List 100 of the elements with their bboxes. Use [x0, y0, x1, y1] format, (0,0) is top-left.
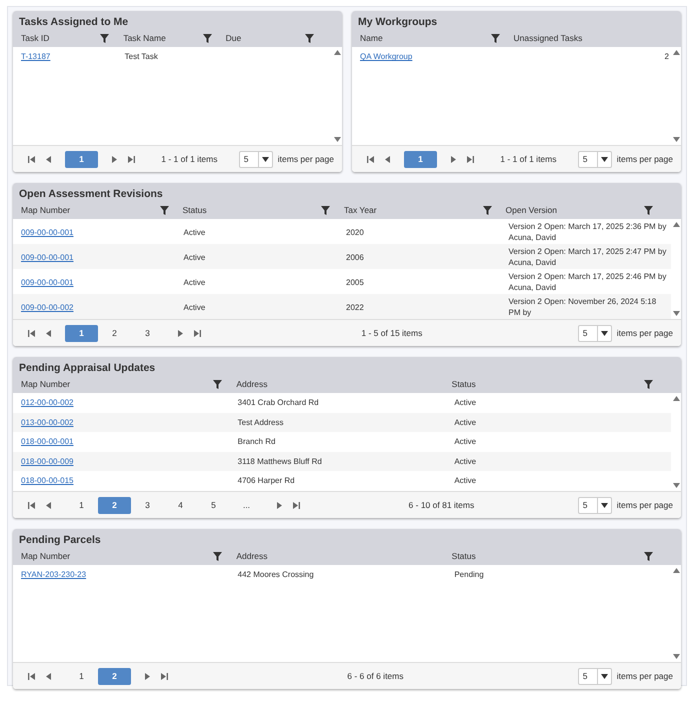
column-header[interactable]: Due: [224, 33, 326, 43]
page-button[interactable]: 2: [98, 324, 131, 342]
column-header[interactable]: Open Version: [504, 205, 665, 215]
filter-icon[interactable]: [644, 380, 653, 388]
scrollbar[interactable]: [671, 565, 681, 662]
filter-icon[interactable]: [644, 206, 653, 214]
page-button[interactable]: 1: [65, 324, 98, 342]
page-button[interactable]: 2: [98, 668, 131, 684]
page-size-dropdown[interactable]: 5: [238, 150, 273, 168]
column-header[interactable]: Map Number: [19, 379, 234, 389]
page-size-dropdown[interactable]: 5: [578, 668, 612, 684]
caret-icon: [600, 502, 608, 508]
items-per-page-label: items per page: [616, 671, 673, 681]
page-button[interactable]: 3: [131, 324, 164, 342]
task-link[interactable]: T-13187: [21, 52, 50, 62]
scrollbar[interactable]: [671, 47, 681, 145]
table-cell: 3118 Matthews Bluff Rd: [238, 456, 322, 466]
map-link[interactable]: 012-00-00-002: [21, 398, 74, 408]
scrollbar[interactable]: [332, 47, 342, 145]
filter-icon[interactable]: [213, 552, 222, 560]
map-link[interactable]: 018-00-00-009: [21, 456, 74, 466]
page-size-dropdown[interactable]: 5: [578, 324, 612, 342]
page-size-dropdown[interactable]: 5: [578, 496, 612, 514]
pager-info: 1 - 1 of 1 items: [161, 154, 218, 164]
last-page-icon: [128, 156, 135, 162]
column-header[interactable]: Status: [450, 551, 665, 561]
map-link[interactable]: 018-00-00-015: [21, 476, 74, 486]
scrollbar[interactable]: [671, 393, 681, 491]
map-link[interactable]: 018-00-00-001: [21, 437, 74, 446]
column-header[interactable]: Status: [450, 379, 665, 389]
table-cell: 2005: [346, 278, 364, 286]
caret-icon: [600, 156, 608, 162]
caret-icon: [262, 156, 269, 162]
filter-icon[interactable]: [321, 206, 330, 214]
column-header[interactable]: Status: [180, 205, 342, 215]
workgroup-link[interactable]: QA Workgroup: [360, 52, 412, 62]
pager-info: 6 - 10 of 81 items: [408, 500, 474, 510]
page-button[interactable]: 2: [98, 496, 131, 514]
panel-title: Tasks Assigned to Me: [19, 15, 130, 29]
map-link[interactable]: 013-00-00-002: [21, 418, 74, 427]
table-cell: Version 2 Open: March 17, 2025 2:46 PM by Acuna, David: [508, 272, 666, 292]
table-cell: 2: [664, 52, 669, 62]
page-button[interactable]: 5: [197, 496, 230, 514]
table-cell: 4706 Harper Rd: [238, 476, 295, 486]
filter-icon[interactable]: [305, 34, 314, 42]
previous-page-icon: [45, 502, 52, 508]
filter-icon[interactable]: [482, 206, 492, 214]
down-arrow-icon[interactable]: [672, 654, 680, 659]
filter-icon[interactable]: [213, 380, 222, 388]
column-header[interactable]: Task Name: [121, 33, 224, 43]
down-arrow-icon[interactable]: [334, 137, 340, 142]
panel-title: Pending Appraisal Updates: [19, 361, 156, 375]
map-link[interactable]: RYAN-203-230-23: [21, 570, 86, 580]
filter-icon[interactable]: [202, 34, 212, 42]
table-cell: Version 2 Open: March 17, 2025 2:47 PM by Acuna, David: [508, 247, 666, 267]
column-header[interactable]: Tax Year: [342, 205, 504, 215]
filter-icon[interactable]: [644, 552, 653, 560]
down-arrow-icon[interactable]: [672, 311, 680, 316]
up-arrow-icon[interactable]: [672, 222, 680, 227]
table-cell: Branch Rd: [238, 437, 276, 446]
column-header[interactable]: Unassigned Tasks: [512, 33, 665, 43]
page-button[interactable]: ...: [230, 496, 263, 514]
up-arrow-icon[interactable]: [672, 50, 680, 55]
column-header[interactable]: Address: [234, 379, 450, 389]
up-arrow-icon[interactable]: [334, 50, 340, 55]
table-cell: Active: [184, 228, 206, 236]
column-header[interactable]: Name: [358, 33, 512, 43]
page-button[interactable]: 1: [65, 496, 98, 514]
panel-title: Open Assessment Revisions: [19, 187, 164, 201]
column-header[interactable]: Address: [234, 551, 450, 561]
page-button[interactable]: 1: [65, 150, 98, 168]
filter-icon[interactable]: [100, 34, 110, 42]
table-cell: Active: [454, 398, 476, 408]
last-page-icon: [467, 156, 474, 162]
map-link[interactable]: 009-00-00-001: [21, 252, 74, 262]
map-link[interactable]: 009-00-00-001: [21, 278, 74, 286]
column-header[interactable]: Task ID: [19, 33, 122, 43]
map-link[interactable]: 009-00-00-002: [21, 302, 74, 312]
map-link[interactable]: 009-00-00-001: [21, 228, 74, 236]
up-arrow-icon[interactable]: [672, 396, 680, 401]
previous-page-icon: [384, 156, 391, 162]
column-header[interactable]: Map Number: [19, 551, 234, 561]
page-size-dropdown[interactable]: 5: [578, 150, 612, 168]
up-arrow-icon[interactable]: [672, 568, 680, 573]
down-arrow-icon[interactable]: [672, 137, 680, 142]
table-cell: 3401 Crab Orchard Rd: [238, 398, 319, 408]
page-button[interactable]: 3: [131, 496, 164, 514]
scrollbar[interactable]: [671, 219, 681, 319]
page-button[interactable]: 1: [404, 150, 437, 168]
column-header[interactable]: Map Number: [19, 205, 180, 215]
table-cell: Active: [454, 437, 476, 446]
filter-icon[interactable]: [490, 34, 500, 42]
down-arrow-icon[interactable]: [672, 483, 680, 488]
page-button[interactable]: 1: [65, 668, 98, 684]
previous-page-icon: [45, 330, 52, 336]
table-cell: Active: [454, 418, 476, 427]
page-button[interactable]: 4: [164, 496, 197, 514]
last-page-icon: [293, 502, 300, 508]
items-per-page-label: items per page: [278, 154, 334, 164]
filter-icon[interactable]: [160, 206, 168, 214]
